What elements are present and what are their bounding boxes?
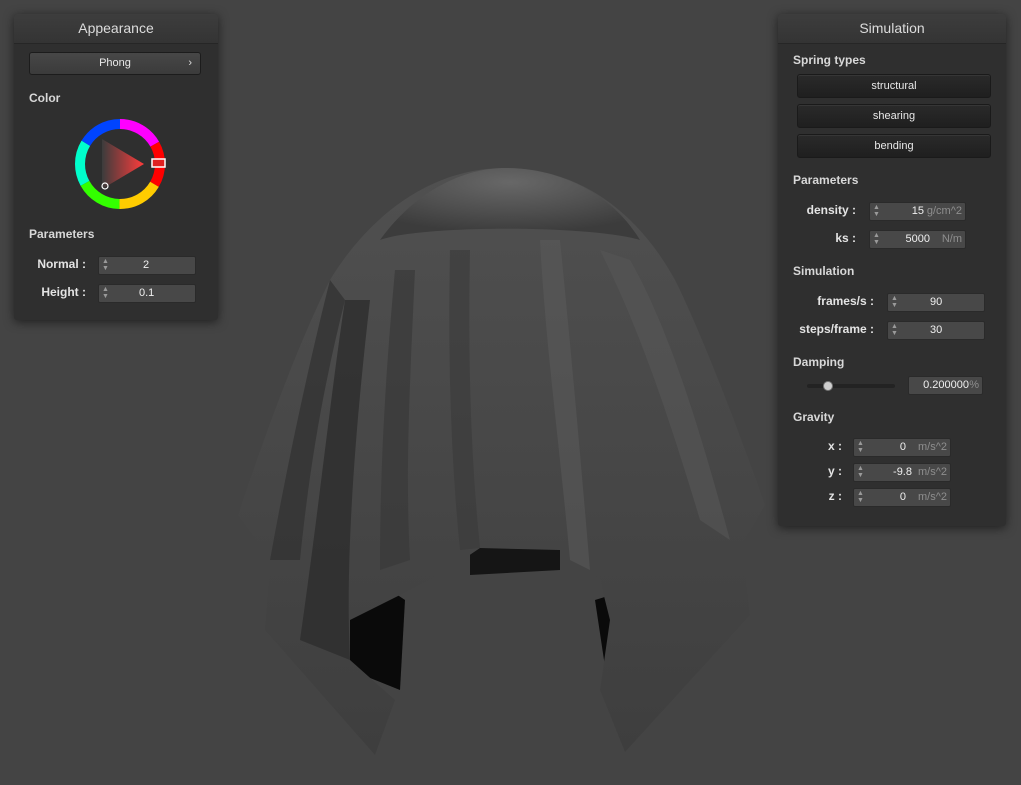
height-value: 0.1 xyxy=(139,287,155,299)
density-unit: g/cm^2 xyxy=(926,205,962,217)
damping-unit: % xyxy=(969,379,979,391)
gravity-y-unit: m/s^2 xyxy=(918,466,947,478)
sim-parameters-label: Parameters xyxy=(793,173,859,187)
color-section-label: Color xyxy=(29,91,61,105)
gravity-x-unit: m/s^2 xyxy=(918,441,947,453)
density-value: 15 xyxy=(911,205,924,217)
simulation-panel: Simulation Spring types structural shear… xyxy=(778,14,1006,526)
gravity-z-value: 0 xyxy=(899,491,906,503)
damping-slider[interactable] xyxy=(807,381,895,391)
spring-types-label: Spring types xyxy=(793,53,866,67)
chevron-right-icon: › xyxy=(188,57,192,69)
gravity-z-input[interactable]: ▲ ▼ 0 m/s^2 xyxy=(853,488,951,507)
gravity-x-input[interactable]: ▲ ▼ 0 m/s^2 xyxy=(853,438,951,457)
height-label: Height : xyxy=(41,285,86,299)
damping-slider-knob[interactable] xyxy=(822,381,833,391)
cloth-mesh xyxy=(238,168,765,755)
ks-value: 5000 xyxy=(905,233,930,245)
fps-label: frames/s : xyxy=(817,294,874,308)
gravity-x-label: x : xyxy=(827,439,842,453)
gravity-y-label: y : xyxy=(827,464,842,478)
steps-input[interactable]: ▲ ▼ 30 xyxy=(887,321,985,340)
spinner-icon[interactable]: ▲ ▼ xyxy=(102,286,109,300)
fps-value: 90 xyxy=(930,296,943,308)
steps-value: 30 xyxy=(930,324,943,336)
height-input[interactable]: ▲ ▼ 0.1 xyxy=(98,284,196,303)
fps-input[interactable]: ▲ ▼ 90 xyxy=(887,293,985,312)
normal-input[interactable]: ▲ ▼ 2 xyxy=(98,256,196,275)
normal-value: 2 xyxy=(143,259,150,271)
shader-select[interactable]: Phong › xyxy=(29,52,201,75)
gravity-z-unit: m/s^2 xyxy=(918,491,947,503)
gravity-x-value: 0 xyxy=(899,441,906,453)
spinner-icon[interactable]: ▲ ▼ xyxy=(857,440,864,454)
ks-label: ks : xyxy=(835,231,856,245)
structural-toggle[interactable]: structural xyxy=(797,74,991,98)
simulation-title: Simulation xyxy=(778,14,1006,44)
spinner-icon[interactable]: ▲ ▼ xyxy=(873,204,880,218)
spinner-icon[interactable]: ▲ ▼ xyxy=(891,295,898,309)
bending-toggle[interactable]: bending xyxy=(797,134,991,158)
ks-input[interactable]: ▲ ▼ 5000 N/m xyxy=(869,230,966,249)
color-wheel[interactable] xyxy=(72,117,168,211)
gravity-y-value: -9.8 xyxy=(893,466,912,478)
spinner-icon[interactable]: ▲ ▼ xyxy=(857,465,864,479)
damping-value: 0.200000 xyxy=(923,379,969,391)
hue-marker[interactable] xyxy=(151,158,166,168)
spinner-icon[interactable]: ▲ ▼ xyxy=(891,323,898,337)
gravity-y-input[interactable]: ▲ ▼ -9.8 m/s^2 xyxy=(853,463,951,482)
density-input[interactable]: ▲ ▼ 15 g/cm^2 xyxy=(869,202,966,221)
appearance-panel: Appearance Phong › Color Parameters Norm… xyxy=(14,14,218,320)
spinner-icon[interactable]: ▲ ▼ xyxy=(857,490,864,504)
shader-select-label: Phong xyxy=(99,57,131,69)
simulation-section-label: Simulation xyxy=(793,264,855,278)
normal-label: Normal : xyxy=(37,257,86,271)
ks-unit: N/m xyxy=(941,233,962,245)
spinner-icon[interactable]: ▲ ▼ xyxy=(102,258,109,272)
appearance-parameters-label: Parameters xyxy=(29,227,95,241)
density-label: density : xyxy=(806,203,856,217)
damping-label: Damping xyxy=(793,355,845,369)
appearance-title: Appearance xyxy=(14,14,218,44)
steps-label: steps/frame : xyxy=(799,322,874,336)
gravity-label: Gravity xyxy=(793,410,835,424)
shearing-toggle[interactable]: shearing xyxy=(797,104,991,128)
spinner-icon[interactable]: ▲ ▼ xyxy=(873,232,880,246)
damping-input[interactable]: 0.200000 % xyxy=(908,376,983,395)
gravity-z-label: z : xyxy=(828,489,842,503)
